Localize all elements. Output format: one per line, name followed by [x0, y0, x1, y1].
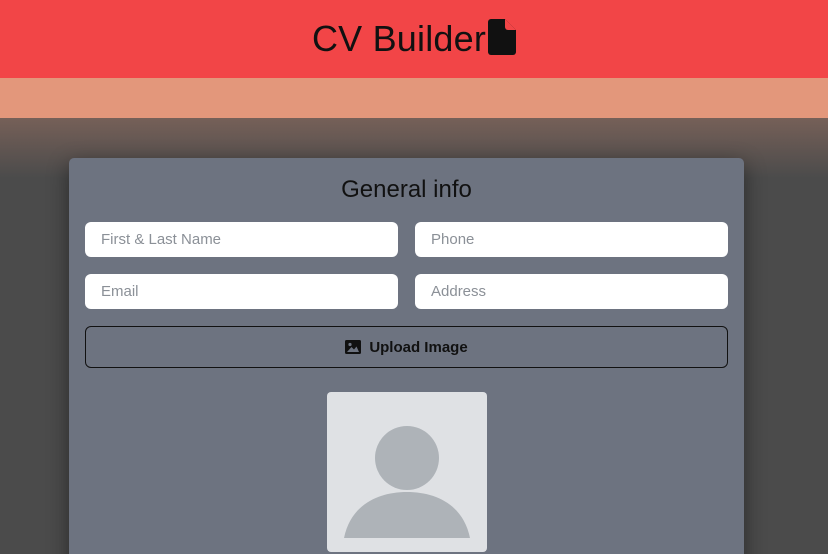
email-input[interactable] [85, 274, 398, 309]
address-input[interactable] [415, 274, 728, 309]
accent-band [0, 78, 828, 118]
section-heading: General info [341, 176, 472, 203]
phone-input[interactable] [415, 222, 728, 257]
image-icon [345, 339, 362, 355]
general-info-card: General info Upload Image [69, 158, 744, 554]
name-input[interactable] [85, 222, 398, 257]
app-header: CV Builder [0, 0, 828, 78]
file-icon [488, 19, 517, 55]
upload-image-label: Upload Image [369, 338, 468, 356]
avatar-placeholder [327, 392, 487, 552]
upload-image-button[interactable]: Upload Image [85, 326, 728, 368]
user-placeholder-icon [344, 426, 470, 538]
app-title: CV Builder [311, 18, 517, 60]
app-title-text: CV Builder [311, 18, 487, 59]
